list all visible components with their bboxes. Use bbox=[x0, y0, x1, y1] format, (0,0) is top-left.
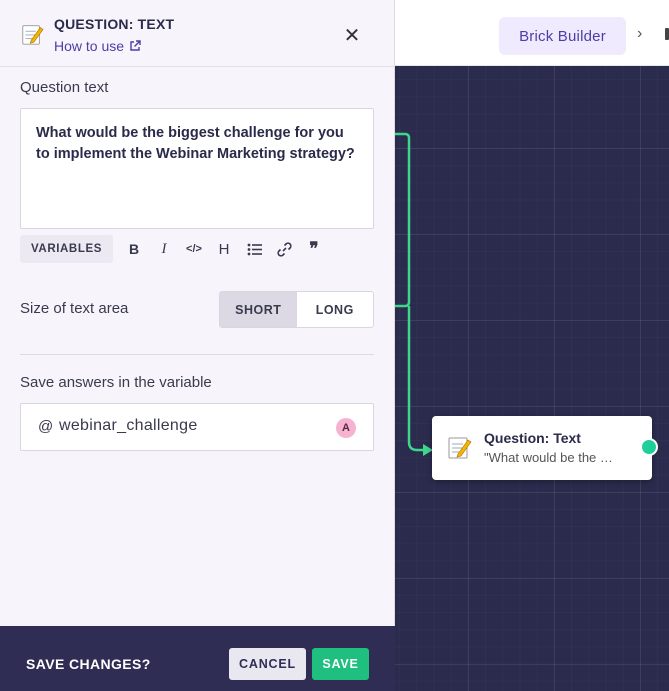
truncated-toolbar-item bbox=[665, 28, 669, 40]
panel-title: QUESTION: TEXT bbox=[54, 16, 175, 32]
at-icon: @ bbox=[38, 418, 54, 435]
save-button[interactable]: SAVE bbox=[312, 648, 369, 680]
save-changes-prompt: SAVE CHANGES? bbox=[26, 656, 151, 672]
node-title: Question: Text bbox=[484, 430, 581, 446]
how-to-use-label: How to use bbox=[54, 38, 125, 54]
close-icon[interactable]: ✕ bbox=[341, 24, 363, 47]
question-editor-panel: QUESTION: TEXT How to use ✕ Question tex… bbox=[0, 0, 395, 691]
heading-icon[interactable]: H bbox=[209, 235, 239, 263]
size-option-long[interactable]: LONG bbox=[297, 292, 374, 327]
save-changes-bar: SAVE CHANGES? CANCEL SAVE bbox=[0, 626, 395, 691]
how-to-use-link[interactable]: How to use bbox=[54, 38, 141, 54]
brick-builder-button[interactable]: Brick Builder bbox=[499, 17, 626, 55]
variables-button[interactable]: VARIABLES bbox=[20, 235, 113, 263]
variable-type-badge: A bbox=[336, 418, 356, 438]
size-label: Size of text area bbox=[20, 300, 129, 317]
external-link-icon bbox=[130, 40, 141, 51]
editor-toolbar: VARIABLES B I </> H ❞ bbox=[20, 235, 329, 263]
question-text-editor[interactable]: What would be the biggest challenge for … bbox=[20, 108, 374, 229]
link-icon[interactable] bbox=[269, 235, 299, 263]
node-output-port[interactable] bbox=[640, 438, 658, 456]
variable-field[interactable]: @ webinar_challenge A bbox=[20, 403, 374, 451]
question-text-node[interactable]: Question: Text "What would be the … bbox=[432, 416, 652, 480]
node-subtitle: "What would be the … bbox=[484, 450, 613, 465]
divider bbox=[20, 354, 374, 355]
variable-label: Save answers in the variable bbox=[20, 374, 212, 391]
memo-icon bbox=[22, 25, 44, 45]
memo-icon bbox=[448, 437, 472, 459]
canvas-topbar: Brick Builder › bbox=[395, 0, 669, 66]
bulleted-list-icon[interactable] bbox=[239, 235, 269, 263]
code-icon[interactable]: </> bbox=[179, 235, 209, 263]
bold-icon[interactable]: B bbox=[119, 235, 149, 263]
variable-value: webinar_challenge bbox=[59, 417, 198, 434]
question-text-label: Question text bbox=[20, 79, 109, 96]
cancel-button[interactable]: CANCEL bbox=[229, 648, 306, 680]
size-toggle: SHORT LONG bbox=[219, 291, 374, 328]
size-option-short[interactable]: SHORT bbox=[220, 292, 297, 327]
italic-icon[interactable]: I bbox=[149, 235, 179, 263]
panel-header: QUESTION: TEXT How to use ✕ bbox=[0, 0, 395, 67]
chevron-right-icon[interactable]: › bbox=[637, 25, 642, 43]
quote-icon[interactable]: ❞ bbox=[299, 235, 329, 263]
